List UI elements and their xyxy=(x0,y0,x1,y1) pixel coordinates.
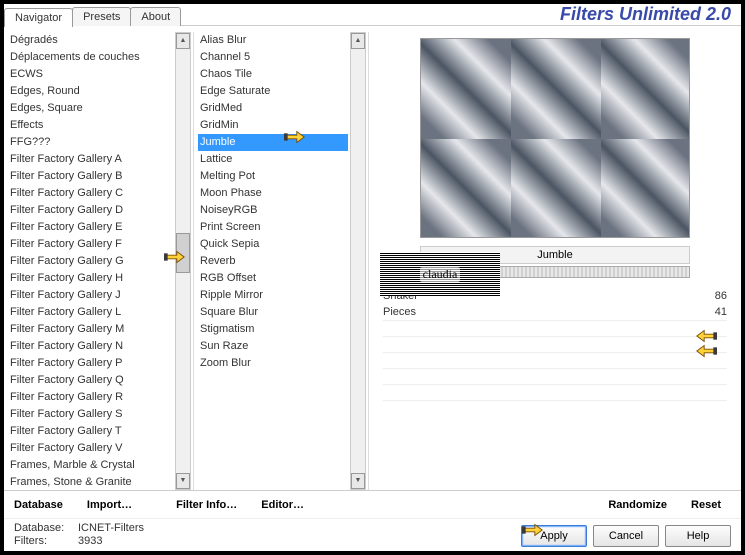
list-item[interactable]: Moon Phase xyxy=(198,185,348,202)
list-item[interactable]: Filter Factory Gallery N xyxy=(8,338,173,355)
param-value: 86 xyxy=(701,290,727,302)
app-window: Navigator Presets About Filters Unlimite… xyxy=(0,0,745,555)
list-item[interactable]: Filter Factory Gallery A xyxy=(8,151,173,168)
scroll-up-icon[interactable]: ▲ xyxy=(176,33,190,49)
scroll-thumb[interactable] xyxy=(176,233,190,273)
list-item[interactable]: Melting Pot xyxy=(198,168,348,185)
param-value: 41 xyxy=(701,306,727,318)
status-db-label: Database: xyxy=(14,522,78,535)
list-item[interactable]: Dégradés xyxy=(8,32,173,49)
list-item[interactable]: GridMed xyxy=(198,100,348,117)
list-item[interactable]: Filter Factory Gallery P xyxy=(8,355,173,372)
list-item[interactable]: Filter Factory Gallery Q xyxy=(8,372,173,389)
param-name: Pieces xyxy=(383,306,443,318)
list-item[interactable]: Filter Factory Gallery B xyxy=(8,168,173,185)
import-link[interactable]: Import… xyxy=(87,499,132,511)
category-column: DégradésDéplacements de couchesECWSEdges… xyxy=(4,32,194,490)
tab-navigator[interactable]: Navigator xyxy=(4,8,73,27)
divider xyxy=(383,320,727,336)
param-slider[interactable] xyxy=(447,312,697,313)
list-item[interactable]: Filter Factory Gallery J xyxy=(8,287,173,304)
list-item[interactable]: Lattice xyxy=(198,151,348,168)
database-link[interactable]: Database xyxy=(14,499,63,511)
tab-presets[interactable]: Presets xyxy=(72,7,131,26)
list-item[interactable]: Filter Factory Gallery L xyxy=(8,304,173,321)
list-item[interactable]: Alias Blur xyxy=(198,32,348,49)
randomize-link[interactable]: Randomize xyxy=(608,499,667,511)
list-item[interactable]: Square Blur xyxy=(198,304,348,321)
list-item[interactable]: Déplacements de couches xyxy=(8,49,173,66)
list-item[interactable]: Ripple Mirror xyxy=(198,287,348,304)
preview-image xyxy=(420,38,690,238)
cancel-button[interactable]: Cancel xyxy=(593,525,659,547)
list-item[interactable]: Edges, Round xyxy=(8,83,173,100)
list-item[interactable]: Edges, Square xyxy=(8,100,173,117)
list-item[interactable]: Filter Factory Gallery R xyxy=(8,389,173,406)
category-scrollbar[interactable]: ▲ ▼ xyxy=(175,32,191,490)
list-item[interactable]: ECWS xyxy=(8,66,173,83)
list-item[interactable]: Print Screen xyxy=(198,219,348,236)
tab-about[interactable]: About xyxy=(130,7,181,26)
list-item[interactable]: Zoom Blur xyxy=(198,355,348,372)
list-item[interactable]: Filter Factory Gallery V xyxy=(8,440,173,457)
list-item[interactable]: Edge Saturate xyxy=(198,83,348,100)
top-bar: Navigator Presets About Filters Unlimite… xyxy=(4,4,741,26)
filter-scrollbar[interactable]: ▲ ▼ xyxy=(350,32,366,490)
editor-link[interactable]: Editor… xyxy=(261,499,304,511)
list-item[interactable]: Chaos Tile xyxy=(198,66,348,83)
divider xyxy=(383,352,727,368)
list-item[interactable]: Filter Factory Gallery T xyxy=(8,423,173,440)
divider xyxy=(383,384,727,400)
list-item[interactable]: Stigmatism xyxy=(198,321,348,338)
list-item[interactable]: Filter Factory Gallery D xyxy=(8,202,173,219)
status-filters-label: Filters: xyxy=(14,535,78,548)
list-item[interactable]: Frames, Marble & Crystal xyxy=(8,457,173,474)
list-item[interactable]: Filter Factory Gallery F xyxy=(8,236,173,253)
list-item[interactable]: NoiseyRGB xyxy=(198,202,348,219)
list-item[interactable]: Effects xyxy=(8,117,173,134)
watermark: claudia xyxy=(380,252,500,296)
dialog-buttons: Apply Cancel Help xyxy=(521,525,731,547)
list-item[interactable]: Filter Factory Gallery C xyxy=(8,185,173,202)
scroll-up-icon[interactable]: ▲ xyxy=(351,33,365,49)
list-item[interactable]: Frames, Stone & Granite xyxy=(8,474,173,490)
divider xyxy=(383,400,727,416)
list-item[interactable]: Filter Factory Gallery G xyxy=(8,253,173,270)
list-item[interactable]: Filter Factory Gallery S xyxy=(8,406,173,423)
scroll-down-icon[interactable]: ▼ xyxy=(176,473,190,489)
list-item[interactable]: Reverb xyxy=(198,253,348,270)
list-item[interactable]: FFG??? xyxy=(8,134,173,151)
status-filters-value: 3933 xyxy=(78,535,102,547)
scroll-down-icon[interactable]: ▼ xyxy=(351,473,365,489)
apply-button[interactable]: Apply xyxy=(521,525,587,547)
main-area: DégradésDéplacements de couchesECWSEdges… xyxy=(4,26,741,490)
list-item[interactable]: Jumble xyxy=(198,134,348,151)
list-item[interactable]: GridMin xyxy=(198,117,348,134)
tab-strip: Navigator Presets About xyxy=(4,4,180,26)
divider xyxy=(383,368,727,384)
list-item[interactable]: Quick Sepia xyxy=(198,236,348,253)
help-button[interactable]: Help xyxy=(665,525,731,547)
filter-column: Alias BlurChannel 5Chaos TileEdge Satura… xyxy=(194,32,369,490)
filter-info-link[interactable]: Filter Info… xyxy=(176,499,237,511)
divider xyxy=(383,336,727,352)
list-item[interactable]: Channel 5 xyxy=(198,49,348,66)
reset-link[interactable]: Reset xyxy=(691,499,721,511)
app-title: Filters Unlimited 2.0 xyxy=(560,4,741,25)
param-row-pieces: Pieces 41 xyxy=(383,304,727,320)
list-item[interactable]: Sun Raze xyxy=(198,338,348,355)
list-item[interactable]: Filter Factory Gallery M xyxy=(8,321,173,338)
status-db-value: ICNET-Filters xyxy=(78,522,144,534)
parameter-panel: Shaker 86 Pieces 41 xyxy=(375,288,735,416)
list-item[interactable]: Filter Factory Gallery E xyxy=(8,219,173,236)
list-item[interactable]: RGB Offset xyxy=(198,270,348,287)
filter-list[interactable]: Alias BlurChannel 5Chaos TileEdge Satura… xyxy=(198,32,348,490)
category-list[interactable]: DégradésDéplacements de couchesECWSEdges… xyxy=(8,32,173,490)
bottom-toolbar: Database Import… Filter Info… Editor… Ra… xyxy=(4,490,741,518)
list-item[interactable]: Filter Factory Gallery H xyxy=(8,270,173,287)
